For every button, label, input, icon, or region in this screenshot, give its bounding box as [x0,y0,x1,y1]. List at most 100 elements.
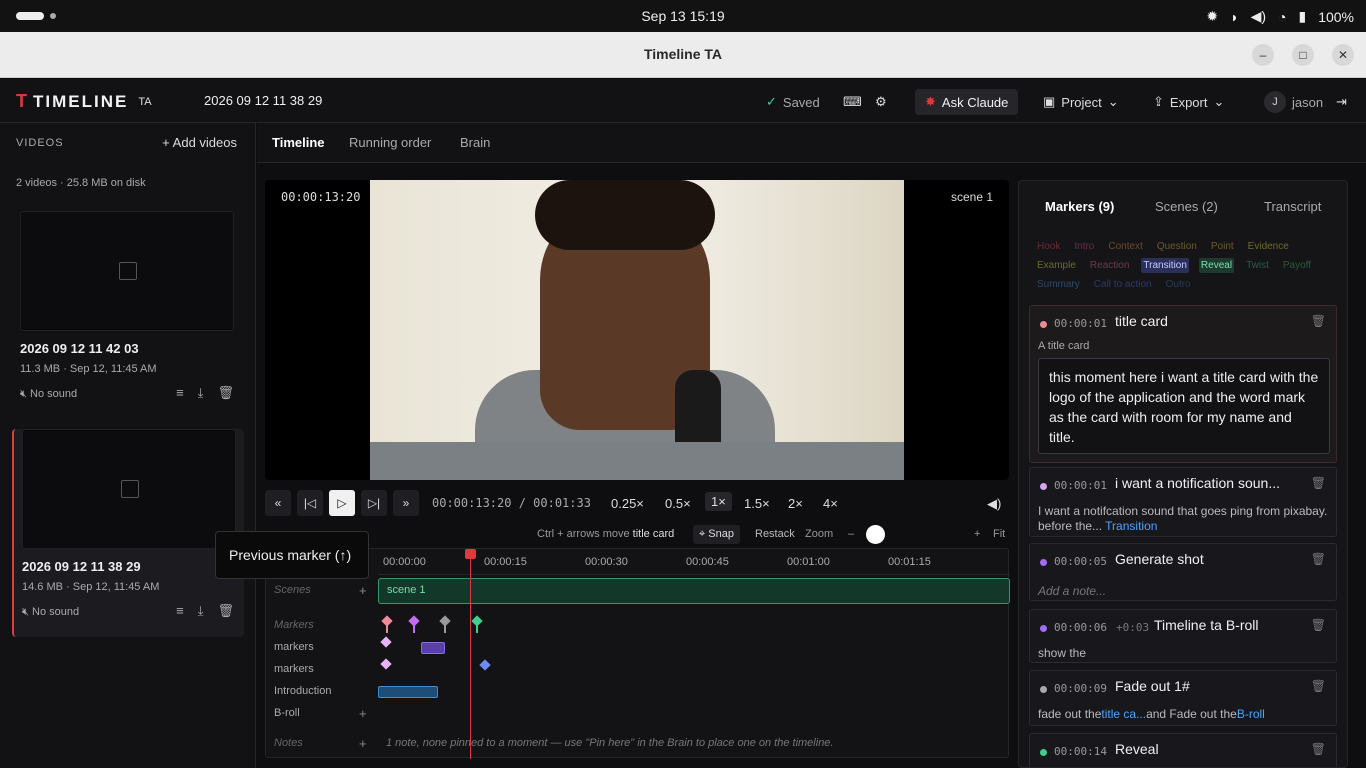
marker-title[interactable]: Generate shot [1115,551,1204,567]
add-broll-button[interactable]: + [359,706,367,721]
add-to-timeline-icon[interactable]: ≡ [176,385,184,401]
trash-icon[interactable]: 🗑︎ [1311,552,1326,566]
filter-chip-call-to-action[interactable]: Call to action [1092,277,1154,292]
play-button[interactable]: ▷ [329,490,355,516]
project-menu-button[interactable]: ▣ Project ⌄ [1043,89,1119,115]
tab-transcript[interactable]: Transcript [1264,199,1321,214]
close-button[interactable]: ✕ [1332,44,1354,66]
playhead-handle[interactable] [465,549,476,559]
tab-timeline[interactable]: Timeline [272,135,325,150]
filter-chip-reaction[interactable]: Reaction [1088,258,1131,273]
speed-1-active[interactable]: 1× [705,492,732,511]
trash-icon[interactable]: 🗑︎ [217,385,234,401]
add-note-placeholder[interactable]: Add a note... [1038,584,1106,598]
system-clock[interactable]: Sep 13 15:19 [0,8,1366,24]
filter-chip-summary[interactable]: Summary [1035,277,1082,292]
tab-running-order[interactable]: Running order [349,135,431,150]
timeline[interactable]: 00:00:00 00:00:15 00:00:30 00:00:45 00:0… [265,548,1010,759]
video-thumbnail[interactable] [20,211,234,331]
filter-chip-outro[interactable]: Outro [1164,277,1193,292]
filter-chip-payoff[interactable]: Payoff [1281,258,1313,273]
logout-button[interactable]: ⇥ [1336,89,1347,115]
tab-markers[interactable]: Markers (9) [1045,199,1114,214]
filter-chip-transition[interactable]: Transition [1141,258,1189,273]
trash-icon[interactable]: 🗑︎ [1311,679,1326,693]
marker-transition[interactable] [380,658,392,670]
scene-block[interactable]: scene 1 [378,578,1010,604]
marker-card[interactable]: 00:00:06 +0:03 Timeline ta B-roll 🗑︎ sho… [1029,609,1337,663]
add-videos-button[interactable]: + Add videos [162,135,237,150]
download-icon[interactable]: ⤓ [198,385,204,401]
speed-025[interactable]: 0.25× [611,496,644,511]
ask-claude-button[interactable]: ✸ Ask Claude [915,89,1019,115]
tab-scenes[interactable]: Scenes (2) [1155,199,1218,214]
zoom-slider-handle[interactable] [866,525,885,544]
speed-15[interactable]: 1.5× [744,496,770,511]
next-marker-button[interactable]: ▷| [361,490,387,516]
filter-chip-question[interactable]: Question [1155,239,1199,254]
filter-chip-intro[interactable]: Intro [1072,239,1096,254]
filter-chip-hook[interactable]: Hook [1035,239,1062,254]
trash-icon[interactable]: 🗑︎ [217,603,234,619]
user-menu[interactable]: J jason [1264,89,1323,115]
marker-note-textarea[interactable]: this moment here i want a title card wit… [1038,358,1330,454]
filter-chip-context[interactable]: Context [1106,239,1144,254]
video-card[interactable]: 2026 09 12 11 42 03 11.3 MB · Sep 12, 11… [12,211,244,419]
marker-card[interactable]: 00:00:09 Fade out 1# 🗑︎ fade out thetitl… [1029,670,1337,726]
add-scene-button[interactable]: + [359,583,367,598]
rewind-button[interactable]: « [265,490,291,516]
trash-icon[interactable]: 🗑︎ [1311,618,1326,632]
previous-marker-button[interactable]: |◁ [297,490,323,516]
marker-card[interactable]: 00:00:14 Reveal 🗑︎ [1029,733,1337,767]
fast-forward-button[interactable]: » [393,490,419,516]
marker-title[interactable]: i want a notification soun... [1115,475,1280,491]
video-card-selected[interactable]: 2026 09 12 11 38 29 14.6 MB · Sep 12, 11… [12,429,244,637]
marker-title[interactable]: Fade out 1# [1115,678,1190,694]
trash-icon[interactable]: 🗑︎ [1311,742,1326,756]
marker-generate-shot[interactable] [408,615,420,627]
broll-marker-block[interactable] [421,642,445,654]
download-icon[interactable]: ⤓ [198,603,204,619]
add-to-timeline-icon[interactable]: ≡ [176,603,184,619]
maximize-button[interactable]: □ [1292,44,1314,66]
marker-notification-sound[interactable] [380,636,392,648]
marker-title-card[interactable] [381,615,393,627]
marker-card[interactable]: 00:00:01 title card 🗑︎ A title card this… [1029,305,1337,463]
marker-title[interactable]: title card [1115,313,1168,329]
introduction-block[interactable] [378,686,438,698]
filter-chip-point[interactable]: Point [1209,239,1236,254]
frame-hair [535,180,715,250]
snap-toggle[interactable]: ⌖ Snap [693,525,740,544]
zoom-in-button[interactable]: + [974,528,980,540]
marker-reveal[interactable] [471,615,483,627]
marker-timeline-broll[interactable] [479,659,491,671]
video-thumbnail[interactable] [22,429,236,549]
filter-chip-example[interactable]: Example [1035,258,1078,273]
speed-2[interactable]: 2× [788,496,803,511]
marker-card[interactable]: 00:00:05 Generate shot 🗑︎ Add a note... [1029,543,1337,601]
marker-title[interactable]: Reveal [1115,741,1159,757]
export-menu-button[interactable]: ⇪ Export ⌄ [1153,89,1224,115]
system-tray[interactable]: ✹ ◗ ◀) ◔ ▮ 100% [1206,8,1354,25]
restack-button[interactable]: Restack [755,528,795,540]
zoom-out-button[interactable]: – [848,528,854,540]
marker-fade-out[interactable] [439,615,451,627]
trash-icon[interactable]: 🗑︎ [1311,476,1326,490]
playhead-line[interactable] [470,551,471,759]
filter-chip-reveal[interactable]: Reveal [1198,258,1235,273]
filter-chip-twist[interactable]: Twist [1244,258,1271,273]
video-preview[interactable]: 00:00:13:20 scene 1 [265,180,1009,480]
marker-title[interactable]: Timeline ta B-roll [1154,617,1259,633]
fit-button[interactable]: Fit [993,528,1005,540]
minimize-button[interactable]: – [1252,44,1274,66]
add-note-button[interactable]: + [359,736,367,751]
speed-05[interactable]: 0.5× [665,496,691,511]
marker-card[interactable]: 00:00:01 i want a notification soun... 🗑… [1029,467,1337,537]
speed-4[interactable]: 4× [823,496,838,511]
volume-button[interactable]: ◀) [987,496,1001,512]
settings-button[interactable]: ⚙ [875,89,887,115]
trash-icon[interactable]: 🗑︎ [1311,314,1326,328]
tab-brain[interactable]: Brain [460,135,490,150]
keyboard-shortcuts-button[interactable]: ⌨ [843,89,862,115]
filter-chip-evidence[interactable]: Evidence [1246,239,1291,254]
